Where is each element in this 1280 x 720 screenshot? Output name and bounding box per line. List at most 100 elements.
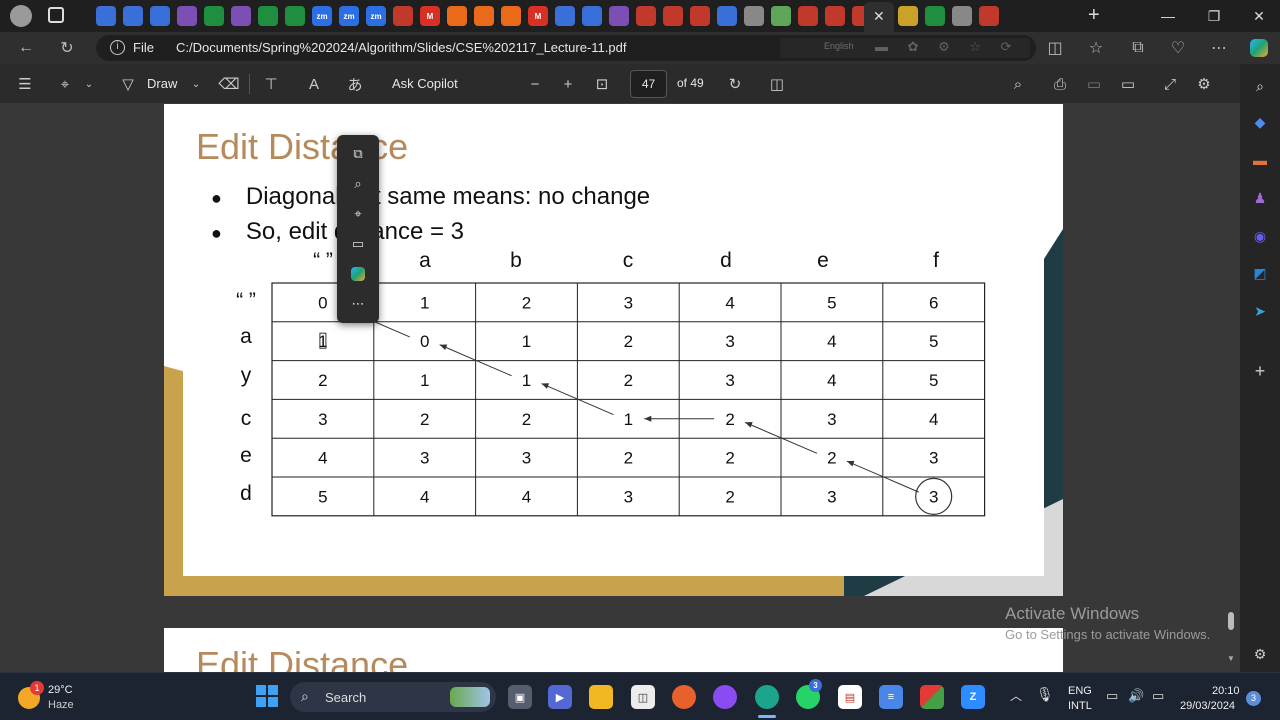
new-tab-button[interactable]: + — [1088, 4, 1100, 27]
add-text-icon[interactable]: ⊤ — [260, 73, 282, 95]
browser-tab[interactable] — [204, 6, 224, 26]
start-button[interactable] — [256, 685, 278, 707]
back-icon[interactable]: ← — [14, 36, 38, 60]
office-icon[interactable] — [920, 685, 944, 709]
draw-button[interactable]: Draw — [147, 76, 177, 91]
outlook-icon[interactable]: ◩ — [1250, 263, 1270, 283]
zoom-out-icon[interactable]: − — [524, 73, 546, 95]
tools-icon[interactable]: ▬ — [1250, 150, 1270, 170]
tab-actions-icon[interactable] — [48, 7, 64, 23]
sidebar-settings-gear-icon[interactable]: ⚙ — [1250, 644, 1270, 664]
url-text[interactable]: C:/Documents/Spring%202024/Algorithm/Sli… — [176, 40, 626, 55]
pdf-reader-icon[interactable]: ▤ — [838, 685, 862, 709]
active-tab[interactable]: ✕ — [864, 2, 894, 32]
browser-tab[interactable] — [744, 6, 764, 26]
firefox-icon[interactable] — [672, 685, 696, 709]
page-view-icon[interactable]: ◫ — [766, 73, 788, 95]
fullscreen-icon[interactable]: ⤢ — [1159, 73, 1181, 95]
eraser-icon[interactable]: ⌫ — [218, 73, 240, 95]
browser-tab[interactable]: zm — [312, 6, 332, 26]
language-line1[interactable]: ENG — [1068, 685, 1092, 697]
browser-essentials-icon[interactable]: ♡ — [1166, 36, 1190, 60]
copilot-icon[interactable] — [348, 264, 368, 284]
highlight-icon[interactable]: ⌖ — [348, 204, 368, 224]
browser-tab[interactable] — [393, 6, 413, 26]
browser-tab[interactable] — [825, 6, 845, 26]
browser-tab[interactable] — [609, 6, 629, 26]
clock-date[interactable]: 29/03/2024 — [1180, 700, 1235, 712]
comment-icon[interactable]: ▭ — [348, 234, 368, 254]
browser-tab[interactable] — [123, 6, 143, 26]
browser-tab[interactable] — [582, 6, 602, 26]
browser-tab[interactable]: zm — [366, 6, 386, 26]
shopping-tag-icon[interactable]: ◆ — [1250, 112, 1270, 132]
microphone-icon[interactable]: 🎙 — [1036, 686, 1054, 703]
maximize-button[interactable]: ❐ — [1191, 0, 1237, 32]
show-hidden-icons[interactable]: ︿ — [1010, 687, 1022, 704]
highlight-icon[interactable]: ⌖ — [54, 73, 76, 95]
browser-tab[interactable] — [690, 6, 710, 26]
taskbar-search-box[interactable]: ⌕ Search — [290, 682, 496, 712]
extension-icons[interactable]: ▬ ✿ ⚙ ☆ ⟳ — [875, 39, 1020, 55]
browser-tab[interactable] — [258, 6, 278, 26]
volume-icon[interactable]: 🔊 — [1128, 688, 1144, 704]
network-icon[interactable]: ▭ — [1106, 688, 1118, 704]
fit-page-icon[interactable]: ⊡ — [591, 73, 613, 95]
battery-icon[interactable]: ▭ — [1152, 688, 1164, 704]
page-number-input[interactable]: 47 — [630, 70, 667, 98]
save-as-icon[interactable]: ▭ — [1117, 73, 1139, 95]
address-bar[interactable]: i File C:/Documents/Spring%202024/Algori… — [96, 35, 1036, 61]
scroll-thumb[interactable] — [1228, 612, 1234, 630]
browser-tab[interactable] — [925, 6, 945, 26]
scroll-down-arrow[interactable]: ▼ — [1227, 654, 1235, 663]
browser-tab[interactable]: M — [420, 6, 440, 26]
zoom-in-icon[interactable]: + — [557, 73, 579, 95]
settings-gear-icon[interactable]: ⚙ — [1193, 73, 1215, 95]
browser-tab[interactable] — [285, 6, 305, 26]
more-options-icon[interactable]: ⋯ — [348, 294, 368, 314]
read-aloud-icon[interactable]: A — [303, 73, 325, 95]
language-line2[interactable]: INTL — [1068, 700, 1092, 712]
translate-icon[interactable]: あ — [344, 73, 366, 95]
refresh-icon[interactable]: ↻ — [55, 36, 79, 60]
notepad-icon[interactable]: ≡ — [879, 685, 903, 709]
browser-tab[interactable] — [663, 6, 683, 26]
browser-tab[interactable]: zm — [339, 6, 359, 26]
clock-time[interactable]: 20:10 — [1212, 685, 1240, 697]
chevron-down-icon[interactable]: ⌄ — [78, 73, 100, 95]
browser-tab[interactable] — [177, 6, 197, 26]
search-icon[interactable]: ⌕ — [1007, 73, 1029, 95]
browser-tab[interactable] — [555, 6, 575, 26]
pdf-viewer[interactable]: Edit Distance ● Diagonal but same means: … — [0, 104, 1240, 672]
browser-tab[interactable] — [474, 6, 494, 26]
save-icon[interactable]: ▭ — [1083, 73, 1105, 95]
browser-tab[interactable] — [979, 6, 999, 26]
browser-tab[interactable] — [231, 6, 251, 26]
copilot-icon[interactable] — [1247, 36, 1271, 60]
task-view-icon[interactable]: ▣ — [508, 685, 532, 709]
browser-tab[interactable] — [96, 6, 116, 26]
browser-tab[interactable] — [798, 6, 818, 26]
weather-widget[interactable]: 1 29°C Haze — [16, 681, 106, 715]
close-window-button[interactable]: ✕ — [1236, 0, 1280, 32]
send-icon[interactable]: ➤ — [1250, 301, 1270, 321]
notification-count-badge[interactable]: 3 — [1246, 691, 1261, 706]
viewer-scrollbar[interactable]: ▲ ▼ — [1226, 104, 1236, 672]
copilot-sidebar-icon[interactable]: ◉ — [1250, 226, 1270, 246]
messenger-icon[interactable] — [713, 685, 737, 709]
browser-tab[interactable] — [717, 6, 737, 26]
profile-avatar[interactable] — [10, 5, 32, 27]
file-explorer-icon[interactable] — [589, 685, 613, 709]
ask-copilot-button[interactable]: Ask Copilot — [392, 76, 458, 91]
print-icon[interactable]: ⎙ — [1049, 73, 1071, 95]
browser-tab[interactable] — [898, 6, 918, 26]
draw-icon[interactable]: ▽ — [117, 73, 139, 95]
search-icon[interactable]: ⌕ — [348, 174, 368, 194]
activate-windows-subtitle[interactable]: Go to Settings to activate Windows. — [1005, 627, 1210, 642]
minimize-button[interactable]: — — [1145, 0, 1191, 32]
search-icon[interactable]: ⌕ — [1250, 76, 1270, 96]
more-menu-icon[interactable]: ⋯ — [1207, 36, 1231, 60]
browser-tab[interactable] — [952, 6, 972, 26]
browser-tab[interactable] — [447, 6, 467, 26]
browser-tab[interactable] — [771, 6, 791, 26]
